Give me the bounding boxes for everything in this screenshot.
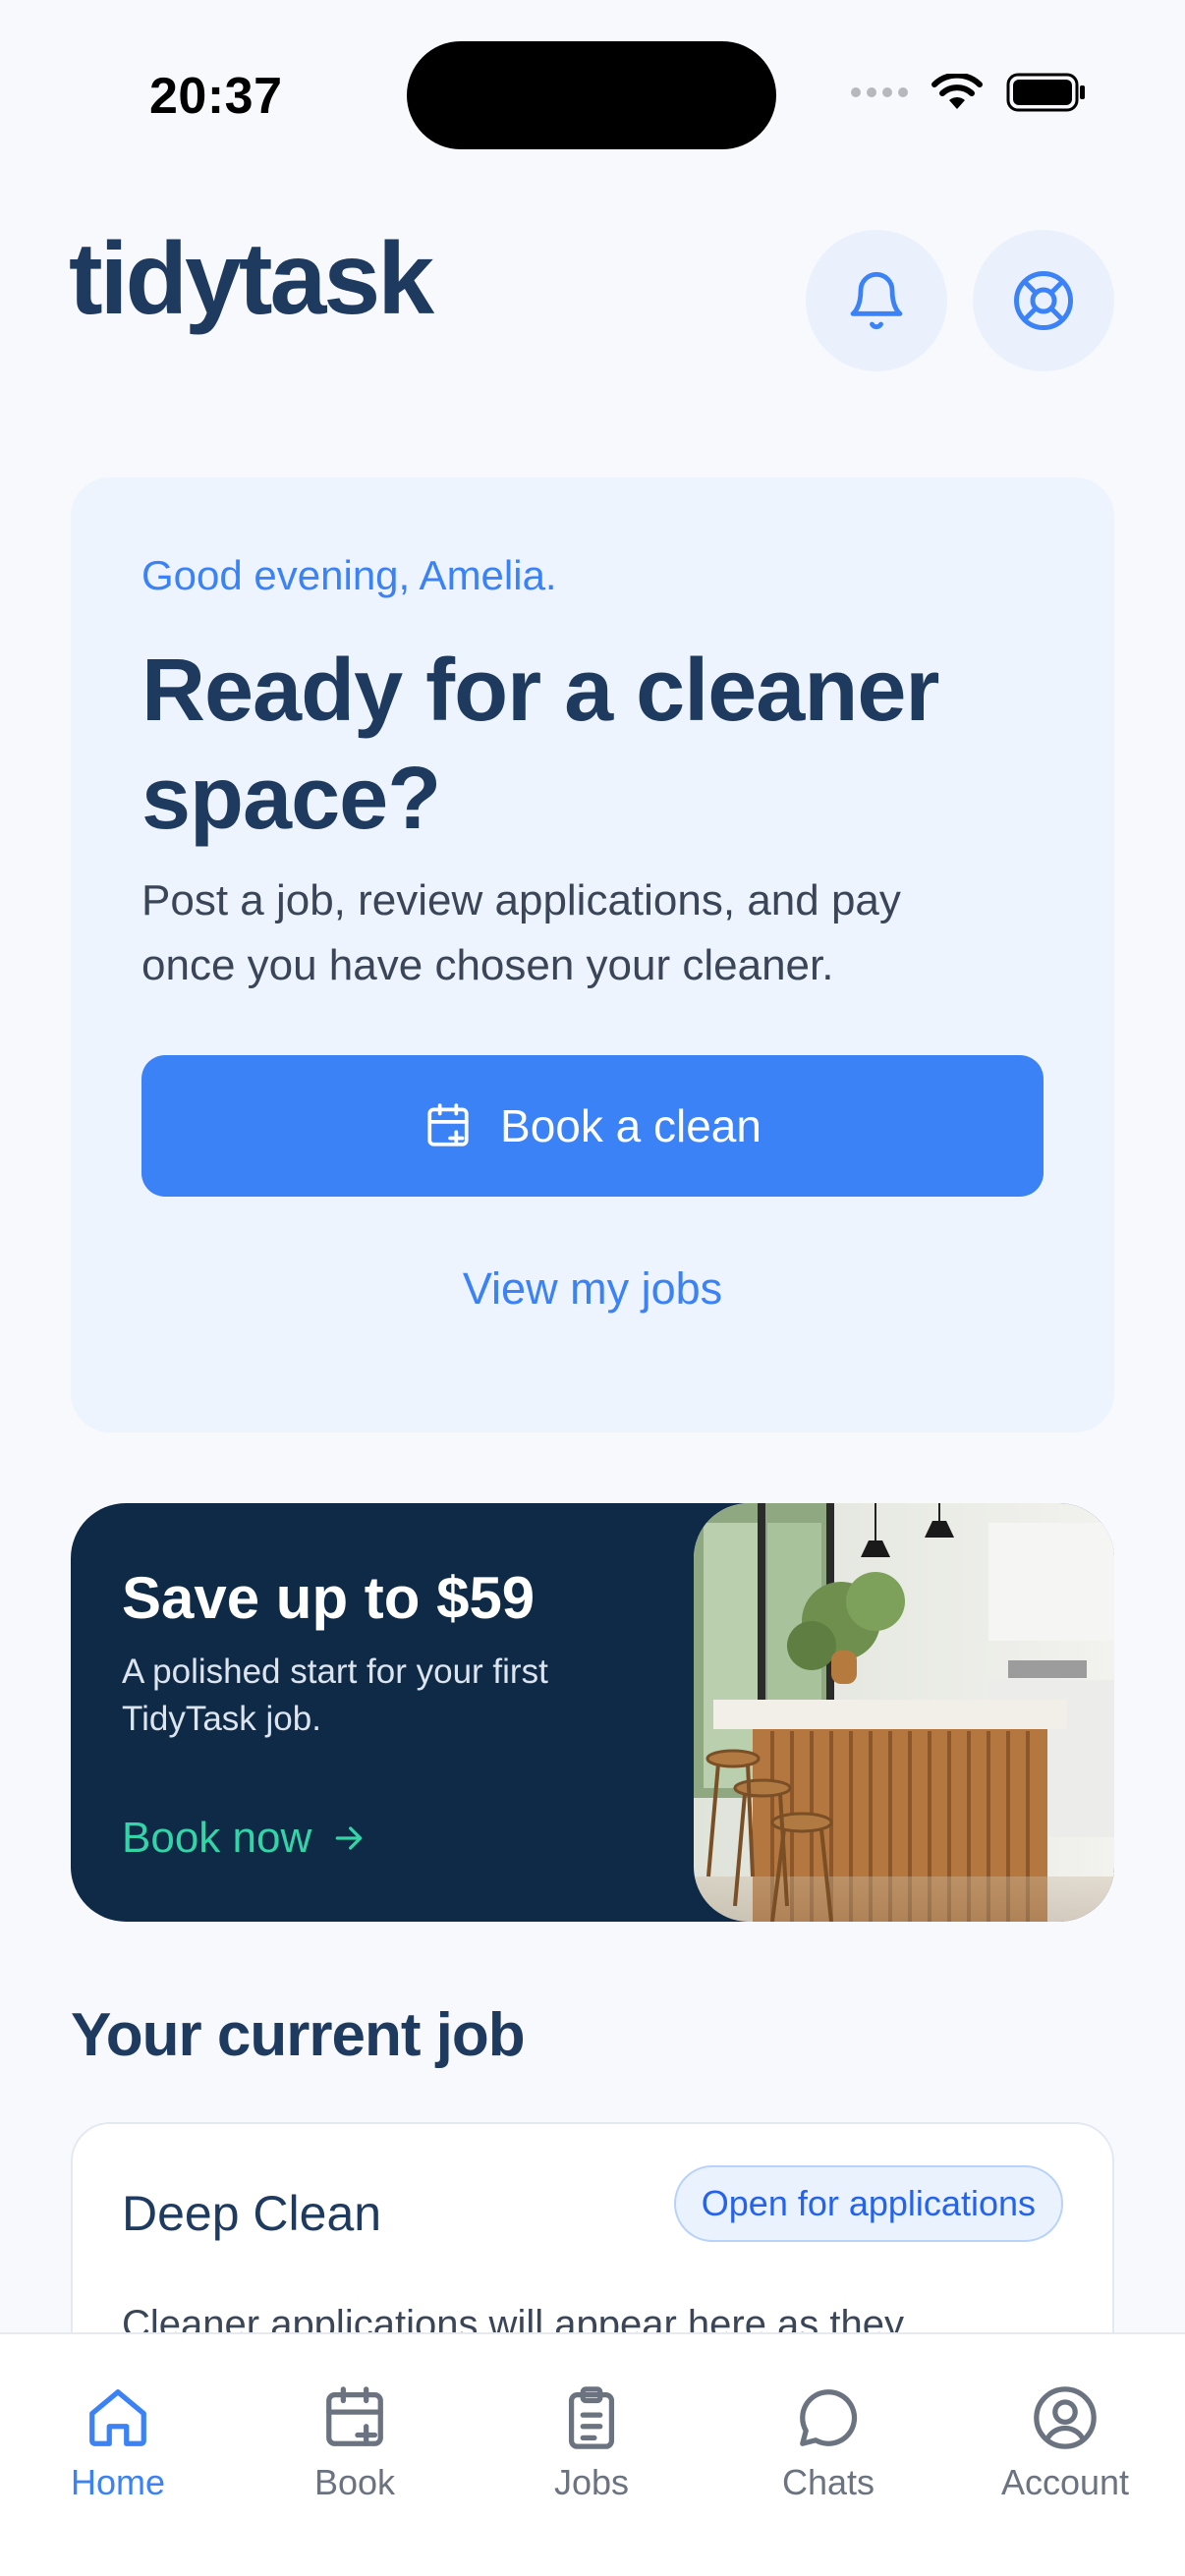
lifebuoy-icon: [1014, 271, 1073, 330]
hero-title: Ready for a cleaner space?: [141, 642, 939, 848]
calendar-plus-icon: [326, 2386, 383, 2446]
help-button[interactable]: [973, 230, 1114, 371]
tab-book-label: Book: [313, 2462, 396, 2502]
tab-home-label: Home: [70, 2462, 166, 2502]
clipboard-icon: [568, 2386, 615, 2449]
calendar-plus-icon: [427, 1103, 469, 1147]
home-icon: [89, 2389, 146, 2446]
battery-icon: [1006, 73, 1085, 112]
account-icon: [1034, 2386, 1097, 2449]
book-now-label: Book now: [122, 1814, 312, 1862]
promo-title: Save up to $59: [122, 1565, 536, 1631]
hero-subtitle: Post a job, review applications, and pay…: [141, 876, 901, 989]
view-my-jobs-link[interactable]: View my jobs: [71, 1263, 1114, 1315]
tab-jobs-label: Jobs: [553, 2462, 630, 2502]
promo-banner[interactable]: Save up to $59 A polished start for your…: [71, 1503, 1114, 1922]
bottom-tab-bar: Home Book Jobs Chats Account: [0, 2332, 1185, 2576]
status-icons: [851, 73, 1087, 112]
tab-chats[interactable]: Chats: [730, 2383, 927, 2503]
wifi-icon: [931, 74, 983, 109]
welcome-card: Good evening, Amelia. Ready for a cleane…: [71, 477, 1114, 1432]
book-a-clean-button[interactable]: Book a clean: [141, 1055, 1044, 1197]
greeting-text: Good evening, Amelia.: [141, 552, 557, 598]
status-time: 20:37: [149, 68, 283, 125]
chat-icon: [800, 2389, 858, 2446]
arrow-right-icon: [335, 1826, 363, 1850]
book-a-clean-label: Book a clean: [500, 1100, 762, 1151]
home-screen: 20:37 tidytask Good evening, Amelia. Rea…: [0, 0, 1185, 2576]
tab-home[interactable]: Home: [20, 2383, 216, 2503]
book-now-link[interactable]: Book now: [122, 1814, 368, 1863]
tab-book[interactable]: Book: [256, 2383, 453, 2503]
kitchen-photo: [694, 1503, 1114, 1922]
cellular-signal-icon: [851, 87, 908, 97]
promo-subtitle: A polished start for your first TidyTask…: [122, 1652, 548, 1738]
app-logo: tidytask: [69, 222, 434, 336]
tab-account-label: Account: [1000, 2462, 1130, 2502]
job-title: Deep Clean: [122, 2186, 382, 2241]
tab-account[interactable]: Account: [967, 2383, 1163, 2503]
tab-chats-label: Chats: [781, 2462, 875, 2502]
current-job-heading: Your current job: [71, 2001, 526, 2069]
status-badge: Open for applications: [673, 2165, 1063, 2242]
bell-icon: [850, 271, 903, 330]
notifications-button[interactable]: [806, 230, 947, 371]
dynamic-island: [407, 41, 776, 149]
tab-jobs[interactable]: Jobs: [493, 2383, 690, 2503]
